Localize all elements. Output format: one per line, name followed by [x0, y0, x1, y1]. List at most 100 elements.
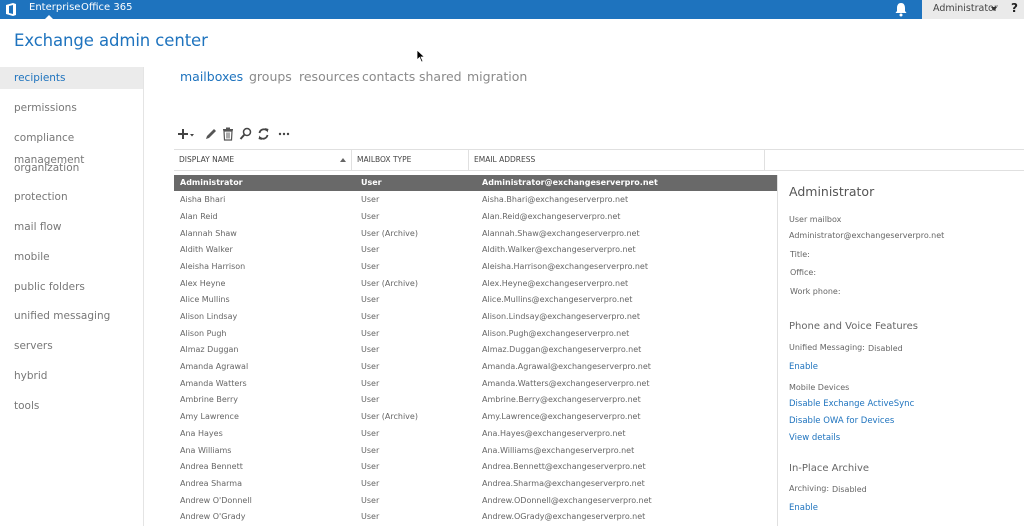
column-header-label: DISPLAY NAME [179, 155, 235, 164]
edit-button[interactable] [204, 127, 218, 141]
table-row[interactable]: Andrew O'Donnell User Andrew.ODonnell@exch… [174, 493, 777, 509]
office-logo-icon[interactable] [6, 3, 16, 16]
sidebar-item-mobile[interactable]: mobile [0, 246, 143, 268]
um-label: Unified Messaging: [789, 343, 865, 352]
table-row[interactable]: Ambrine Berry User Ambrine.Berry@exchanges… [174, 392, 777, 408]
column-header-mailbox-type[interactable]: MAILBOX TYPE [352, 150, 469, 170]
grid-header: DISPLAY NAME MAILBOX TYPE EMAIL ADDRESS [174, 149, 1024, 171]
cell-mailbox-type: User (Archive) [361, 229, 418, 238]
cell-display-name: Administrator [180, 178, 243, 187]
tab-contacts[interactable]: contacts [362, 69, 415, 84]
sidebar-item-unified-messaging[interactable]: unified messaging [0, 305, 143, 327]
cell-email-address: Alison.Pugh@exchangeserverpro.net [482, 329, 630, 338]
sidebar-item-recipients[interactable]: recipients [0, 67, 143, 89]
column-header-email-address[interactable]: EMAIL ADDRESS [469, 150, 765, 170]
cell-email-address: Alison.Lindsay@exchangeserverpro.net [482, 312, 640, 321]
cell-email-address: Aisha.Bhari@exchangeserverpro.net [482, 195, 629, 204]
sidebar-item-tools[interactable]: tools [0, 395, 143, 417]
sidebar-item-public-folders[interactable]: public folders [0, 276, 143, 298]
table-row[interactable]: Aleisha Harrison User Aleisha.Harrison@exc… [174, 259, 777, 275]
table-row[interactable]: Aisha Bhari User Aisha.Bhari@exchangeserve… [174, 192, 777, 208]
cell-email-address: Andrea.Sharma@exchangeserverpro.net [482, 479, 645, 488]
sidebar-item-mail-flow[interactable]: mail flow [0, 216, 143, 238]
table-row[interactable]: Alannah Shaw User (Archive) Alannah.Shaw@e… [174, 226, 777, 242]
table-row[interactable]: Alex Heyne User (Archive) Alex.Heyne@excha… [174, 276, 777, 292]
tab-migration[interactable]: migration [467, 69, 527, 84]
tab-resources[interactable]: resources [299, 69, 360, 84]
cell-email-address: Ana.Williams@exchangeserverpro.net [482, 446, 635, 455]
table-row[interactable]: Alan Reid User Alan.Reid@exchangeserverpro… [174, 209, 777, 225]
cell-display-name: Alan Reid [180, 212, 218, 221]
column-header-label: MAILBOX TYPE [357, 155, 412, 164]
archiving-status: Disabled [832, 485, 867, 494]
column-header-display-name[interactable]: DISPLAY NAME [174, 150, 352, 170]
bell-icon[interactable] [893, 2, 909, 17]
sidebar-item-servers[interactable]: servers [0, 335, 143, 357]
details-title-label: Title: [790, 250, 810, 259]
details-email: Administrator@exchangeserverpro.net [789, 231, 945, 240]
tab-shared[interactable]: shared [419, 69, 462, 84]
cell-mailbox-type: User [361, 178, 382, 187]
phone-voice-heading: Phone and Voice Features [789, 321, 918, 332]
cell-display-name: Amy Lawrence [180, 412, 239, 421]
nav-enterprise[interactable]: Enterprise [29, 2, 80, 13]
cell-mailbox-type: User [361, 496, 380, 505]
nav-office-365[interactable]: Office 365 [81, 2, 132, 13]
archive-enable-link[interactable]: Enable [789, 503, 818, 513]
table-row[interactable]: Amanda Watters User Amanda.Watters@exchang… [174, 376, 777, 392]
column-header-label: EMAIL ADDRESS [474, 155, 536, 164]
table-row[interactable]: Alison Lindsay User Alison.Lindsay@exchang… [174, 309, 777, 325]
user-name[interactable]: Administrator [933, 3, 998, 14]
sidebar-item-organization[interactable]: organization [0, 157, 143, 179]
sidebar-item-protection[interactable]: protection [0, 186, 143, 208]
table-row[interactable]: Andrea Sharma User Andrea.Sharma@exchanges… [174, 476, 777, 492]
search-button[interactable] [239, 127, 252, 141]
cell-mailbox-type: User [361, 329, 380, 338]
refresh-button[interactable] [257, 127, 270, 141]
more-button[interactable] [278, 127, 290, 141]
help-icon[interactable]: ? [1011, 1, 1018, 15]
table-row[interactable]: Ana Hayes User Ana.Hayes@exchangeserverpro… [174, 426, 777, 442]
disable-activesync-link[interactable]: Disable Exchange ActiveSync [789, 399, 914, 409]
search-icon [239, 127, 252, 140]
sidebar-item-permissions[interactable]: permissions [0, 97, 143, 119]
sidebar: recipients permissions compliance manage… [0, 67, 144, 526]
table-row[interactable]: Andrew O'Grady User Andrew.OGrady@exchange… [174, 509, 777, 525]
cell-mailbox-type: User (Archive) [361, 279, 418, 288]
top-navigation-bar: Enterprise Office 365 Administrator ? [0, 0, 1024, 19]
cell-mailbox-type: User [361, 446, 380, 455]
delete-button[interactable] [222, 127, 234, 141]
table-row-selected[interactable]: Administrator User Administrator@exchanges… [174, 175, 777, 191]
table-row[interactable]: Amy Lawrence User (Archive) Amy.Lawrence@e… [174, 409, 777, 425]
sidebar-item-hybrid[interactable]: hybrid [0, 365, 143, 387]
cell-email-address: Almaz.Duggan@exchangeserverpro.net [482, 345, 642, 354]
table-row[interactable]: Andrea Bennett User Andrea.Bennett@exchang… [174, 459, 777, 475]
table-row[interactable]: Alice Mullins User Alice.Mullins@exchanges… [174, 292, 777, 308]
cell-display-name: Aisha Bhari [180, 195, 226, 204]
details-office-label: Office: [790, 268, 817, 277]
cell-mailbox-type: User [361, 462, 380, 471]
mouse-cursor-icon [416, 49, 426, 63]
cell-display-name: Alison Pugh [180, 329, 227, 338]
cell-display-name: Andrea Bennett [180, 462, 243, 471]
cell-display-name: Aleisha Harrison [180, 262, 246, 271]
disable-owa-devices-link[interactable]: Disable OWA for Devices [789, 416, 894, 426]
table-row[interactable]: Alison Pugh User Alison.Pugh@exchangeserve… [174, 326, 777, 342]
user-menu[interactable]: Administrator ? [922, 0, 1024, 19]
table-row[interactable]: Ana Williams User Ana.Williams@exchangeser… [174, 443, 777, 459]
table-row[interactable]: Aldith Walker User Aldith.Walker@exchanges… [174, 242, 777, 258]
cell-mailbox-type: User [361, 429, 380, 438]
um-enable-link[interactable]: Enable [789, 362, 818, 372]
table-row[interactable]: Amanda Agrawal User Amanda.Agrawal@exchang… [174, 359, 777, 375]
tab-groups[interactable]: groups [249, 69, 292, 84]
cell-display-name: Ana Williams [180, 446, 232, 455]
chevron-down-icon[interactable] [991, 7, 997, 11]
mailbox-list: Administrator User Administrator@exchanges… [174, 175, 778, 526]
cell-email-address: Ambrine.Berry@exchangeserverpro.net [482, 395, 641, 404]
add-button[interactable] [177, 127, 197, 141]
sidebar-item-compliance-management[interactable]: compliance management [0, 127, 143, 166]
cell-mailbox-type: User [361, 245, 380, 254]
view-details-link[interactable]: View details [789, 433, 840, 443]
tab-mailboxes[interactable]: mailboxes [180, 69, 243, 84]
table-row[interactable]: Almaz Duggan User Almaz.Duggan@exchangeser… [174, 342, 777, 358]
